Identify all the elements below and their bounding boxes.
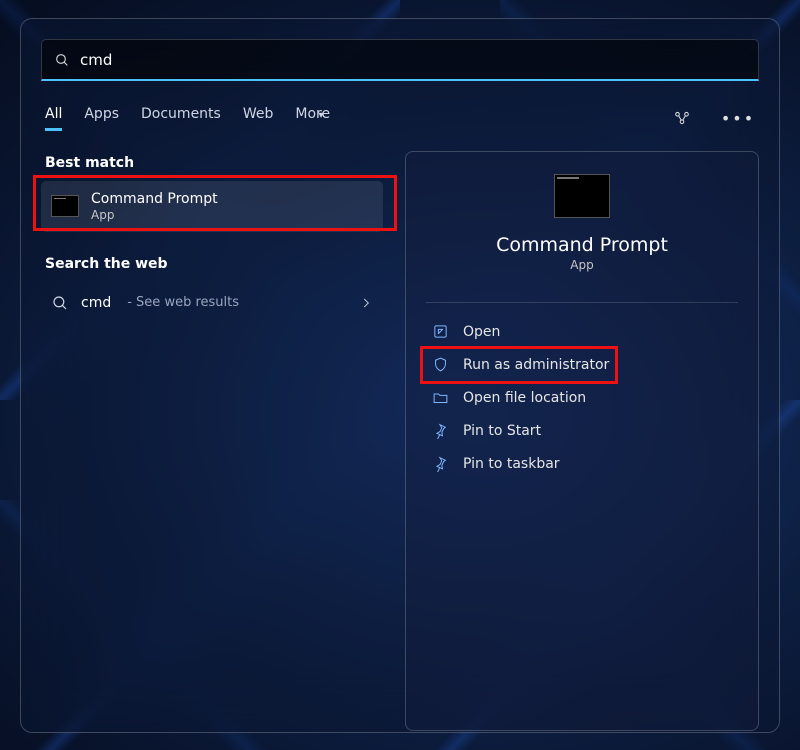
command-prompt-icon xyxy=(51,195,79,217)
folder-icon xyxy=(432,389,449,406)
tab-more[interactable]: More ▾ xyxy=(295,106,330,131)
pin-icon xyxy=(432,422,449,439)
command-prompt-icon xyxy=(554,174,610,218)
action-pin-to-start[interactable]: Pin to Start xyxy=(426,414,738,447)
action-pin-to-taskbar[interactable]: Pin to taskbar xyxy=(426,447,738,480)
action-run-as-administrator[interactable]: Run as administrator xyxy=(426,348,738,381)
chevron-right-icon xyxy=(359,296,373,310)
search-web-label: Search the web xyxy=(45,256,383,272)
detail-subtitle: App xyxy=(570,258,593,272)
action-open[interactable]: Open xyxy=(426,315,738,348)
detail-card: Command Prompt App Open Run as administr… xyxy=(405,151,759,731)
result-subtitle: App xyxy=(91,208,373,222)
flow-icon-button[interactable] xyxy=(665,101,699,135)
tab-web[interactable]: Web xyxy=(243,106,274,131)
action-open-file-location[interactable]: Open file location xyxy=(426,381,738,414)
result-title: Command Prompt xyxy=(91,191,373,208)
tab-apps[interactable]: Apps xyxy=(84,106,119,131)
result-command-prompt[interactable]: Command Prompt App xyxy=(41,181,383,232)
flow-icon xyxy=(673,109,691,127)
search-input[interactable] xyxy=(80,51,746,69)
search-box[interactable] xyxy=(41,39,759,81)
best-match-label: Best match xyxy=(45,155,383,171)
start-search-panel: All Apps Documents Web More ▾ ••• Best m… xyxy=(20,18,780,733)
ellipsis-icon: ••• xyxy=(721,109,755,128)
open-icon xyxy=(432,323,449,340)
filter-tabs: All Apps Documents Web More ▾ ••• xyxy=(41,101,759,135)
results-column: Best match Command Prompt App Search the… xyxy=(41,149,391,739)
shield-icon xyxy=(432,356,449,373)
tab-documents[interactable]: Documents xyxy=(141,106,221,131)
search-icon xyxy=(54,52,70,68)
search-icon xyxy=(51,294,69,312)
web-term: cmd xyxy=(81,295,111,311)
web-result-cmd[interactable]: cmd - See web results xyxy=(41,282,383,324)
tab-all[interactable]: All xyxy=(45,106,62,131)
detail-title: Command Prompt xyxy=(496,234,668,256)
pin-icon xyxy=(432,455,449,472)
more-options-button[interactable]: ••• xyxy=(721,101,755,135)
detail-column: Command Prompt App Open Run as administr… xyxy=(391,149,759,739)
separator xyxy=(426,302,738,303)
web-hint: - See web results xyxy=(127,295,239,310)
chevron-down-icon: ▾ xyxy=(319,110,324,121)
